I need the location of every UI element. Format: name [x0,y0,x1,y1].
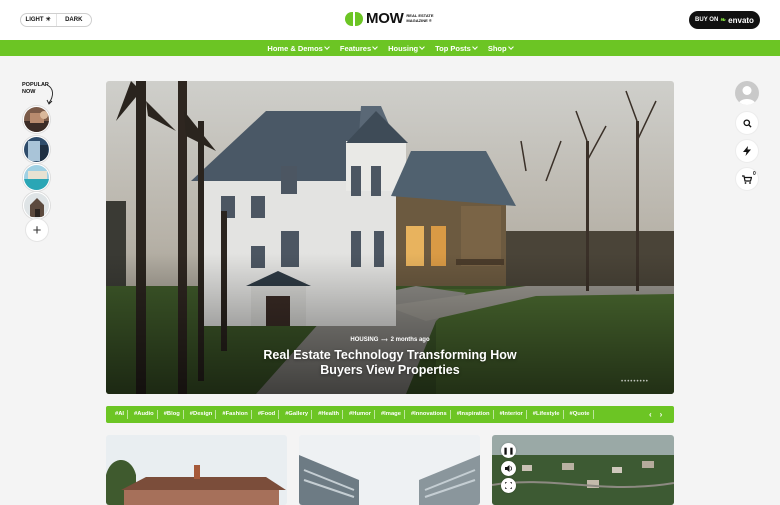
light-mode-label: LIGHT [25,17,44,23]
user-avatar[interactable] [735,81,759,105]
light-mode-option[interactable]: LIGHT ☀ [21,14,57,26]
slider-dots[interactable]: ••••••••• [621,379,649,385]
chevron-right-icon[interactable]: › [660,410,663,419]
bolt-icon [743,146,751,156]
top-bar: LIGHT ☀ DARK MOW REAL ESTATE MAGAZINE ® … [0,0,780,40]
nav-item-shop[interactable]: Shop [487,43,514,53]
buy-label: BUY ON [695,17,719,23]
tag-design[interactable]: #Design [187,410,217,419]
color-mode-toggle[interactable]: LIGHT ☀ DARK [20,13,92,27]
fullscreen-icon [505,482,512,489]
dark-mode-label: DARK [65,17,83,23]
tag-blog[interactable]: #Blog [161,410,184,419]
post-card-1[interactable] [106,435,287,505]
envato-leaf-icon: ❧ [720,17,727,24]
nav-label: Top Posts [435,43,471,53]
trending-button[interactable] [735,139,759,163]
add-popular-button[interactable]: + [25,218,49,242]
tag-food[interactable]: #Food [255,410,280,419]
tag-scroll-controls: ‹ › [649,406,662,423]
buy-on-envato-button[interactable]: BUY ON ❧ envato [689,11,760,29]
nav-label: Home & Demos [267,43,323,53]
hero-title-line2: Buyers View Properties [320,363,460,377]
popular-thumb-4[interactable] [23,192,50,219]
curved-arrow-icon [46,84,53,105]
plus-icon: + [32,221,42,239]
chevron-down-icon [419,44,425,50]
search-button[interactable] [735,111,759,135]
tag-audio[interactable]: #Audio [131,410,158,419]
chevron-down-icon [471,44,478,50]
logo-name: MOW [366,10,404,27]
volume-icon [504,465,512,472]
nav-item-features[interactable]: Features [339,43,378,53]
hero-title[interactable]: Real Estate Technology Transforming How … [240,348,540,378]
fullscreen-button[interactable] [501,478,516,493]
tag-health[interactable]: #Health [315,410,344,419]
popular-thumb-3[interactable] [23,164,50,191]
mute-button[interactable] [501,461,516,476]
hero-title-line1: Real Estate Technology Transforming How [263,348,517,362]
tag-humor[interactable]: #Humor [346,410,375,419]
hero-category[interactable]: HOUSING [350,337,378,343]
site-logo[interactable]: MOW REAL ESTATE MAGAZINE ® [345,11,434,26]
post-card-3[interactable] [492,435,674,505]
search-icon [742,118,752,128]
pause-button[interactable]: ❚❚ [501,443,516,458]
nav-item-top-posts[interactable]: Top Posts [435,43,478,53]
tag-inspiration[interactable]: #Inspiration [454,410,494,419]
nav-label: Features [339,43,372,53]
logo-tagline: REAL ESTATE MAGAZINE ® [406,12,434,23]
pause-icon: ❚❚ [502,447,515,455]
post-card-2[interactable] [299,435,480,505]
hero-date: 2 months ago [390,337,430,343]
dark-mode-option[interactable]: DARK [57,14,92,26]
nav-item-housing[interactable]: Housing [388,43,425,53]
post-card-image [299,435,480,505]
nav-item-home-demos[interactable]: Home & Demos [267,43,330,53]
tag-gallery[interactable]: #Gallery [282,410,313,419]
cart-icon [742,174,752,184]
arrow-icon: ⤏ [381,337,388,343]
tag-fashion[interactable]: #Fashion [219,410,252,419]
popular-thumb-2[interactable] [23,136,50,163]
chevron-down-icon [372,44,378,50]
nav-label: Shop [487,43,507,53]
tag-quote[interactable]: #Quote [567,410,594,419]
tag-interior[interactable]: #Interior [497,410,527,419]
tag-innovations[interactable]: #Innovations [408,410,451,419]
chevron-down-icon [507,44,514,50]
chevron-down-icon [324,44,330,50]
hero-post-meta: HOUSING ⤏ 2 months ago [106,337,674,344]
main-nav: Home & Demos Features Housing Top Posts … [0,40,780,56]
post-card-image [492,435,674,505]
cart-count-badge: 0 [753,171,756,177]
tag-bar: #AI #Audio #Blog #Design #Fashion #Food … [106,406,674,423]
tag-ai[interactable]: #AI [112,410,129,419]
envato-brand: envato [728,15,754,25]
hero-featured-post[interactable]: HOUSING ⤏ 2 months ago Real Estate Technol… [106,81,674,394]
logo-icon [345,11,363,26]
tag-image[interactable]: #Image [378,410,405,419]
nav-label: Housing [388,43,419,53]
sun-icon: ☀ [45,17,51,23]
tag-lifestyle[interactable]: #Lifestyle [530,410,564,419]
popular-thumb-1[interactable] [23,106,50,133]
chevron-left-icon[interactable]: ‹ [649,410,652,419]
post-card-image [106,435,287,505]
